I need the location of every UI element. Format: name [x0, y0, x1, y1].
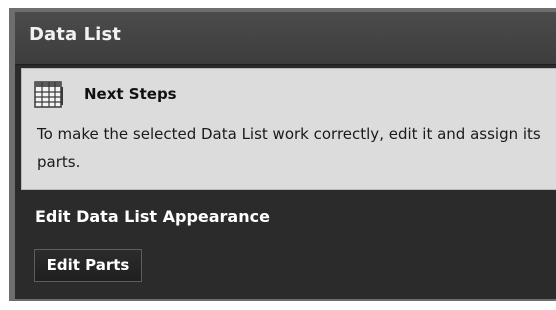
edit-appearance-heading: Edit Data List Appearance — [35, 207, 270, 226]
table-grid-icon — [34, 81, 64, 109]
next-steps-heading: Next Steps — [84, 85, 177, 103]
edit-parts-button[interactable]: Edit Parts — [34, 249, 142, 282]
panel-header: Data List — [15, 12, 556, 65]
panel-title: Data List — [29, 24, 121, 45]
next-steps-message: To make the selected Data List work corr… — [37, 125, 541, 171]
data-list-panel: Data List Next Steps To make the selecte… — [15, 12, 556, 299]
next-steps-box: Next Steps To make the selected Data Lis… — [21, 68, 556, 190]
